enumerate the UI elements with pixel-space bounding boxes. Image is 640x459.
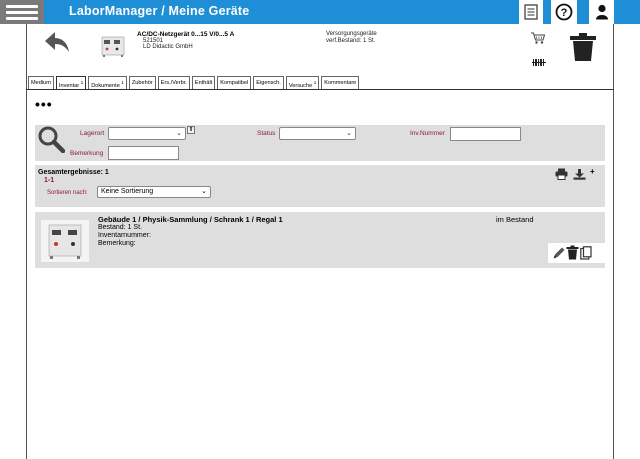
user-icon [595, 4, 608, 20]
tab-ersatz-verbrauch[interactable]: Ers./Verbr. [157, 76, 190, 89]
tab-dokumente[interactable]: Dokumente 1 [88, 76, 127, 89]
header-edge [622, 0, 640, 24]
svg-text:?: ? [561, 7, 568, 19]
shopping-cart-icon[interactable] [530, 31, 546, 45]
sort-select[interactable]: Keine Sortierung ⌄ [97, 186, 211, 198]
lagerort-sort-icon[interactable]: ⬆ [187, 126, 195, 134]
tab-medium[interactable]: Medium [28, 76, 54, 89]
results-range: 1-1 [44, 177, 55, 184]
download-icon[interactable] [573, 169, 586, 180]
app-title: LaborManager / Meine Geräte [69, 4, 250, 18]
document-list-icon [524, 4, 538, 20]
edit-pencil-icon[interactable] [552, 246, 566, 260]
more-menu-button[interactable]: ••• [35, 97, 53, 111]
item-remark: Bemerkung: [98, 240, 136, 247]
status-label: Status [257, 130, 276, 137]
item-thumbnail [41, 220, 89, 262]
tab-eigenschaften[interactable]: Eigensch. [253, 76, 284, 89]
tab-versuche[interactable]: Versuche 1 [285, 76, 320, 89]
tab-enthaelt[interactable]: Enthält [191, 76, 216, 89]
document-list-button[interactable] [519, 0, 543, 24]
tab-inventar[interactable]: Inventar 1 [55, 76, 87, 90]
delete-icon[interactable] [566, 245, 579, 260]
item-actions [548, 243, 605, 263]
tab-bar: Medium Inventar 1 Dokumente 1 Zubehör Er… [28, 76, 360, 90]
bemerkung-label: Bemerkung [70, 150, 104, 157]
results-total: Gesamtergebnisse: 1 [38, 169, 109, 176]
help-circle-icon: ? [555, 3, 573, 21]
bemerkung-input[interactable] [108, 146, 179, 160]
back-arrow-icon[interactable] [44, 30, 70, 54]
chevron-down-icon: ⌄ [346, 130, 352, 137]
add-icon[interactable]: + [590, 167, 595, 176]
device-thumbnail [101, 36, 125, 57]
item-status: im Bestand [496, 215, 534, 224]
item-location: Gebäude 1 / Physik-Sammlung / Schrank 1 … [98, 215, 283, 224]
print-icon[interactable] [555, 168, 568, 180]
invnummer-label: Inv.Nummer [410, 130, 445, 137]
trash-icon[interactable] [569, 32, 597, 62]
tab-zubehoer[interactable]: Zubehör [128, 76, 156, 89]
device-stock: verf.Bestand: 1 St. [326, 38, 376, 44]
lagerort-select[interactable]: ⌄ [108, 127, 186, 140]
user-button[interactable] [589, 0, 614, 24]
help-button[interactable]: ? [551, 0, 577, 24]
status-select[interactable]: ⌄ [279, 127, 356, 140]
tab-kompatibel[interactable]: Kompatibel [217, 76, 252, 89]
tab-underline [26, 89, 614, 90]
device-category: Versorgungsgeräte [326, 31, 377, 37]
search-icon[interactable] [37, 125, 65, 153]
chevron-down-icon: ⌄ [201, 188, 207, 195]
device-manufacturer: LD Didactic GmbH [143, 44, 193, 50]
barcode-scanner-icon[interactable] [532, 58, 546, 67]
lagerort-label: Lagerort [80, 130, 105, 137]
copy-icon[interactable] [580, 246, 592, 260]
chevron-down-icon: ⌄ [176, 130, 182, 137]
sort-label: Sortieren nach: [47, 190, 88, 196]
item-inventory-number: Inventarnummer: [98, 232, 151, 239]
invnummer-input[interactable] [450, 127, 521, 141]
item-stock: Bestand: 1 St. [98, 224, 142, 231]
tab-kommentare[interactable]: Kommentare [321, 76, 360, 89]
hamburger-menu-icon[interactable] [0, 0, 44, 24]
device-name: AC/DC-Netzgerät 0...15 V/0...5 A [137, 31, 235, 38]
